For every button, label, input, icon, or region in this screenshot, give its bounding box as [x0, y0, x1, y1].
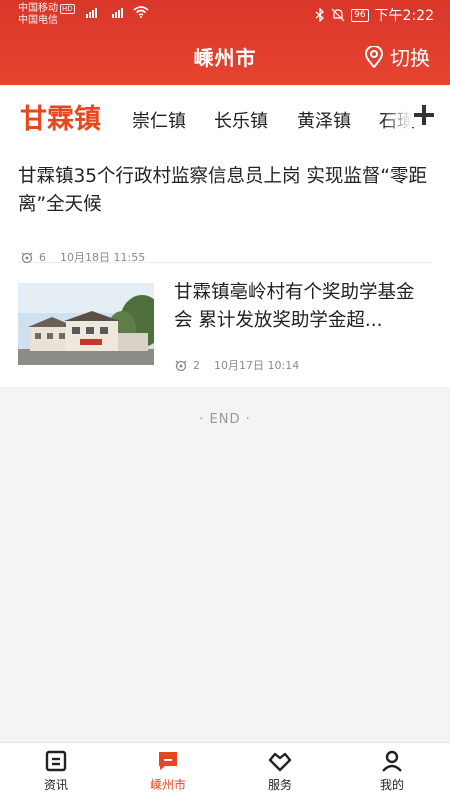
tab-changle[interactable]: 长乐镇	[214, 107, 268, 133]
status-bar: 中国移动 HD 中国电信 96 下午2:22	[0, 0, 450, 32]
news-meta: 2 10月17日 10:14	[174, 357, 299, 373]
nav-mine[interactable]: 我的	[352, 749, 432, 793]
status-time: 下午2:22	[374, 8, 434, 24]
user-icon	[382, 750, 402, 772]
carrier-info: 中国移动 HD 中国电信	[18, 3, 75, 27]
news-list: 甘霖镇35个行政村监察信息员上岗 实现监督“零距离”全天候 6 10月18日 1…	[0, 147, 450, 387]
news-title: 甘霖镇35个行政村监察信息员上岗 实现监督“零距离”全天候	[18, 166, 428, 215]
views-icon	[21, 252, 33, 263]
news-date: 10月17日 10:14	[214, 359, 300, 372]
nav-news-label: 资讯	[43, 778, 68, 792]
news-icon	[45, 750, 67, 772]
signal-icon	[86, 8, 97, 18]
nav-news[interactable]: 资讯	[16, 749, 96, 793]
news-thumbnail	[18, 283, 154, 365]
bottom-nav: 资讯 嵊州市 服务 我的	[0, 742, 450, 800]
mute-icon	[331, 8, 345, 22]
tab-chongren[interactable]: 崇仁镇	[132, 107, 186, 133]
view-count: 6	[39, 250, 46, 264]
end-marker: · END ·	[199, 412, 251, 427]
views-icon	[175, 360, 187, 371]
list-item[interactable]: 甘霖镇35个行政村监察信息员上岗 实现监督“零距离”全天候 6 10月18日 1…	[18, 163, 432, 265]
news-date: 10月18日 11:55	[60, 251, 146, 264]
carrier-1: 中国移动	[18, 3, 58, 14]
hd-badge: HD	[60, 4, 75, 14]
tab-huangze[interactable]: 黄泽镇	[297, 107, 351, 133]
switch-label: 切换	[390, 46, 430, 70]
add-tab-icon[interactable]	[412, 103, 436, 127]
heart-icon	[268, 752, 292, 772]
tab-ganlin[interactable]: 甘霖镇	[20, 97, 101, 136]
carrier-2: 中国电信	[18, 15, 58, 26]
battery-icon: 96	[351, 8, 369, 22]
town-tabs: 甘霖镇 崇仁镇 长乐镇 黄泽镇 石璜	[0, 85, 450, 147]
nav-service[interactable]: 服务	[240, 749, 320, 793]
nav-service-label: 服务	[267, 778, 292, 792]
switch-city-button[interactable]: 切换	[364, 42, 430, 71]
signal-icon-2	[112, 8, 123, 18]
news-meta: 6 10月18日 11:55	[20, 249, 145, 265]
nav-city-label: 嵊州市	[149, 778, 186, 792]
list-item[interactable]: 甘霖镇亳岭村有个奖助学基金会 累计发放奖助学金超... 2 10月17日 10:…	[18, 267, 432, 372]
top-bar: 中国移动 HD 中国电信 96 下午2:22 嵊州市 切换	[0, 0, 450, 85]
location-pin-icon	[364, 45, 384, 68]
bluetooth-icon	[315, 8, 325, 22]
news-title: 甘霖镇亳岭村有个奖助学基金会 累计发放奖助学金超...	[174, 282, 415, 331]
nav-city[interactable]: 嵊州市	[128, 749, 208, 793]
nav-mine-label: 我的	[379, 778, 404, 792]
tab-fade	[382, 95, 412, 141]
wifi-icon	[133, 6, 149, 18]
view-count: 2	[193, 358, 200, 372]
chat-icon	[159, 752, 177, 770]
